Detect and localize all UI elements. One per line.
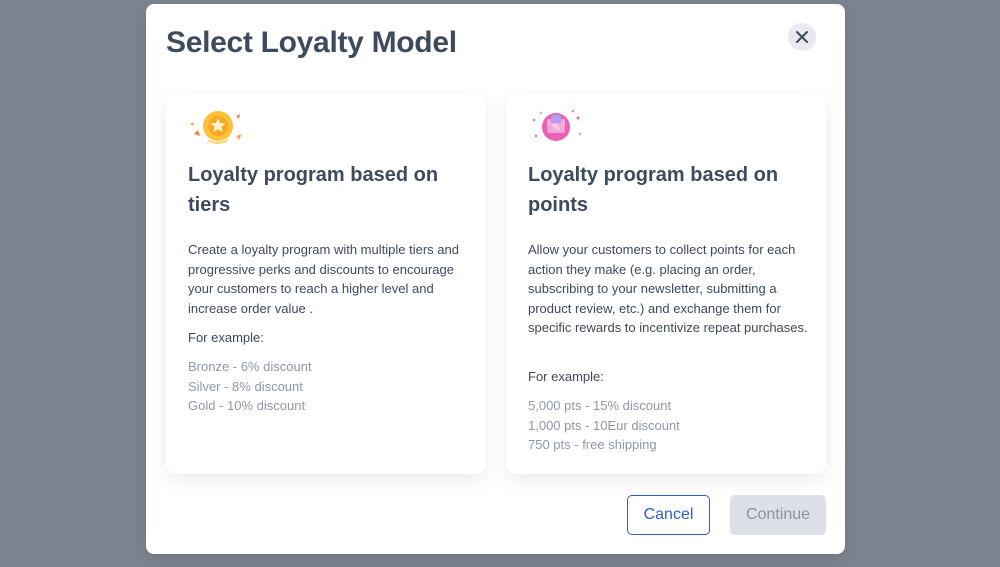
example-label: For example: (188, 330, 264, 345)
example-item: Gold - 10% discount (188, 398, 306, 414)
example-label: For example: (528, 369, 604, 384)
example-item: 1,000 pts - 10Eur discount (528, 417, 680, 433)
dialog-title: Select Loyalty Model (166, 26, 457, 59)
gold-medal-icon (190, 111, 242, 144)
svg-text:%: % (552, 123, 560, 132)
card-title: Loyalty program based on points (528, 164, 779, 216)
cancel-button[interactable]: Cancel (627, 495, 710, 535)
tiers-option-card[interactable]: Loyalty program based on tiers Create a … (166, 94, 486, 474)
example-list: 5,000 pts - 15% discount 1,000 pts - 10E… (528, 396, 680, 455)
example-item: 750 pts - free shipping (528, 437, 657, 453)
example-list: Bronze - 6% discount Silver - 8% discoun… (188, 357, 312, 416)
points-option-card[interactable]: % Loyalty program based on points Allow … (506, 94, 826, 474)
card-description: Allow your customers to collect points f… (528, 242, 808, 336)
gift-coupon-icon: % (532, 109, 582, 141)
example-item: Silver - 8% discount (188, 378, 303, 394)
continue-button[interactable]: Continue (730, 495, 826, 535)
loyalty-model-dialog: Select Loyalty Model Loyalty program bas… (146, 4, 845, 554)
card-description: Create a loyalty program with multiple t… (188, 242, 459, 316)
example-item: Bronze - 6% discount (188, 359, 312, 374)
close-button[interactable] (788, 23, 816, 51)
card-title: Loyalty program based on tiers (188, 164, 439, 216)
close-icon (796, 31, 808, 43)
dialog-footer: Cancel Continue (146, 495, 845, 535)
example-item: 5,000 pts - 15% discount (528, 398, 672, 413)
loyalty-options: Loyalty program based on tiers Create a … (166, 94, 826, 474)
